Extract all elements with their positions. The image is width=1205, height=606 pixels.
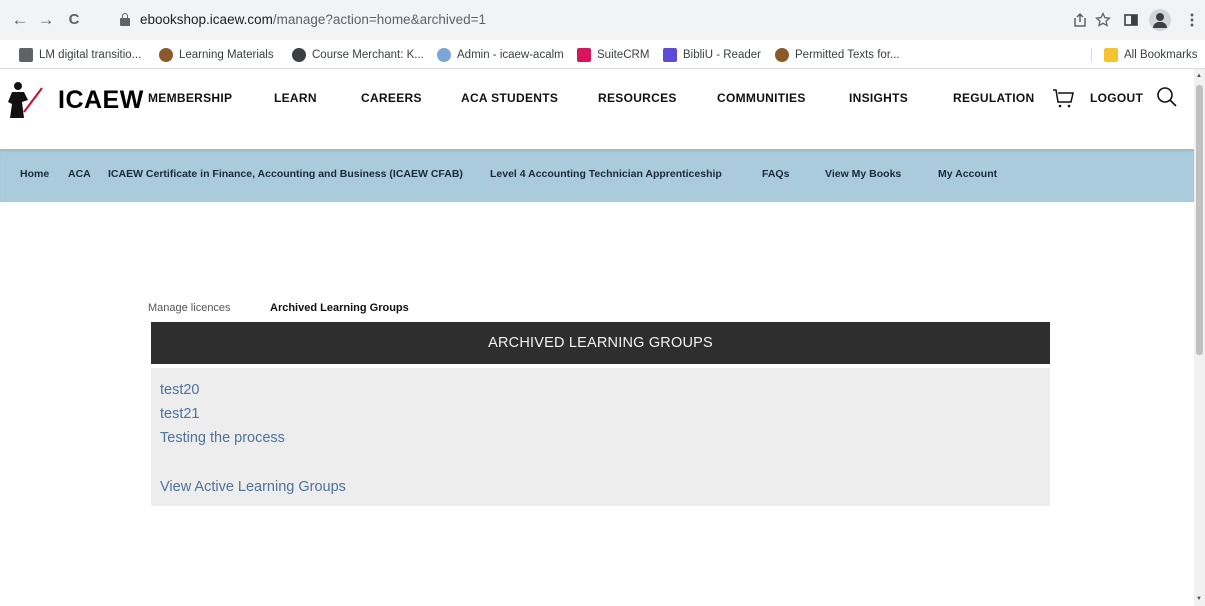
bookmark-favicon-icon <box>577 48 591 62</box>
bookmark-bibliu[interactable]: BibliU - Reader <box>663 46 761 64</box>
url-host: ebookshop.icaew.com <box>140 12 273 27</box>
nav-aca-students[interactable]: ACA STUDENTS <box>461 91 558 105</box>
nav-careers[interactable]: CAREERS <box>361 91 422 105</box>
search-icon[interactable] <box>1156 86 1178 108</box>
subnav-my-account[interactable]: My Account <box>938 168 997 180</box>
reload-button[interactable]: C <box>62 8 86 32</box>
bookmark-admin[interactable]: Admin - icaew-acalm <box>437 46 564 64</box>
bookmark-label: LM digital transitio... <box>39 49 142 61</box>
group-link-test20[interactable]: test20 <box>160 382 200 398</box>
bookmark-label: Permitted Texts for... <box>795 49 900 61</box>
nav-insights[interactable]: INSIGHTS <box>849 91 908 105</box>
scrollbar-thumb[interactable] <box>1196 85 1203 355</box>
profile-avatar-icon[interactable] <box>1149 9 1171 31</box>
panel-title: ARCHIVED LEARNING GROUPS <box>151 322 1050 364</box>
subnav-home[interactable]: Home <box>20 168 49 180</box>
nav-resources[interactable]: RESOURCES <box>598 91 677 105</box>
bookmark-favicon-icon <box>437 48 451 62</box>
view-active-groups-link[interactable]: View Active Learning Groups <box>160 479 346 495</box>
group-link-testing-the-process[interactable]: Testing the process <box>160 430 285 446</box>
subnav-faqs[interactable]: FAQs <box>762 168 789 180</box>
subnav-view-my-books[interactable]: View My Books <box>825 168 901 180</box>
bookmark-lm-digital[interactable]: LM digital transitio... <box>19 46 141 64</box>
nav-membership[interactable]: MEMBERSHIP <box>148 91 232 105</box>
group-link-test21[interactable]: test21 <box>160 406 200 422</box>
folder-icon <box>1104 48 1118 62</box>
bookmark-label: SuiteCRM <box>597 49 650 61</box>
bookmark-label: Course Merchant: K... <box>312 49 424 61</box>
bookmark-label: Admin - icaew-acalm <box>457 49 564 61</box>
bookmark-learning-materials[interactable]: Learning Materials <box>159 46 274 64</box>
subnav-level4[interactable]: Level 4 Accounting Technician Apprentice… <box>490 168 722 180</box>
bookmark-favicon-icon <box>775 48 789 62</box>
archived-groups-panel: test20 test21 Testing the process View A… <box>151 368 1050 506</box>
bookmark-permitted-texts[interactable]: Permitted Texts for... <box>775 46 900 64</box>
cart-icon[interactable] <box>1052 87 1074 109</box>
url-path: /manage?action=home&archived=1 <box>272 12 486 27</box>
subnav-aca[interactable]: ACA <box>68 168 91 180</box>
menu-kebab-icon[interactable] <box>1180 8 1204 32</box>
side-panel-icon[interactable] <box>1119 8 1143 32</box>
forward-button[interactable]: → <box>34 8 58 32</box>
globe-icon <box>292 48 306 62</box>
share-icon[interactable] <box>1068 8 1092 32</box>
star-icon[interactable] <box>1091 8 1115 32</box>
bookmarks-separator <box>1091 48 1092 62</box>
tab-archived-learning-groups[interactable]: Archived Learning Groups <box>270 302 409 314</box>
back-button[interactable]: ← <box>8 8 32 32</box>
bookmark-label: Learning Materials <box>179 49 274 61</box>
browser-toolbar: ← → C ebookshop.icaew.com/manage?action=… <box>0 0 1205 40</box>
all-bookmarks-label: All Bookmarks <box>1124 49 1198 61</box>
secondary-nav: Home ACA ICAEW Certificate in Finance, A… <box>0 149 1194 202</box>
address-bar[interactable]: ebookshop.icaew.com/manage?action=home&a… <box>107 5 1037 35</box>
bookmarks-bar: LM digital transitio... Learning Materia… <box>0 40 1205 69</box>
nav-communities[interactable]: COMMUNITIES <box>717 91 806 105</box>
icaew-logo-icon[interactable] <box>6 78 46 118</box>
bookmark-favicon-icon <box>19 48 33 62</box>
bookmark-favicon-icon <box>663 48 677 62</box>
url-text[interactable]: ebookshop.icaew.com/manage?action=home&a… <box>140 12 486 27</box>
bookmark-suitecrm[interactable]: SuiteCRM <box>577 46 649 64</box>
nav-learn[interactable]: LEARN <box>274 91 317 105</box>
bookmark-label: BibliU - Reader <box>683 49 761 61</box>
lock-icon <box>120 13 130 26</box>
site-header: ICAEW MEMBERSHIP LEARN CAREERS ACA STUDE… <box>0 69 1194 149</box>
site-logo-text[interactable]: ICAEW <box>58 86 144 115</box>
bookmark-favicon-icon <box>159 48 173 62</box>
scroll-down-arrow-icon[interactable]: ▼ <box>1196 596 1202 602</box>
bookmark-course-merchant[interactable]: Course Merchant: K... <box>292 46 424 64</box>
all-bookmarks-folder[interactable]: All Bookmarks <box>1104 46 1198 64</box>
nav-regulation[interactable]: REGULATION <box>953 91 1034 105</box>
subnav-cfab[interactable]: ICAEW Certificate in Finance, Accounting… <box>108 168 463 180</box>
tab-manage-licences[interactable]: Manage licences <box>148 302 231 314</box>
logout-link[interactable]: LOGOUT <box>1090 91 1143 105</box>
scroll-up-arrow-icon[interactable]: ▲ <box>1196 73 1202 79</box>
